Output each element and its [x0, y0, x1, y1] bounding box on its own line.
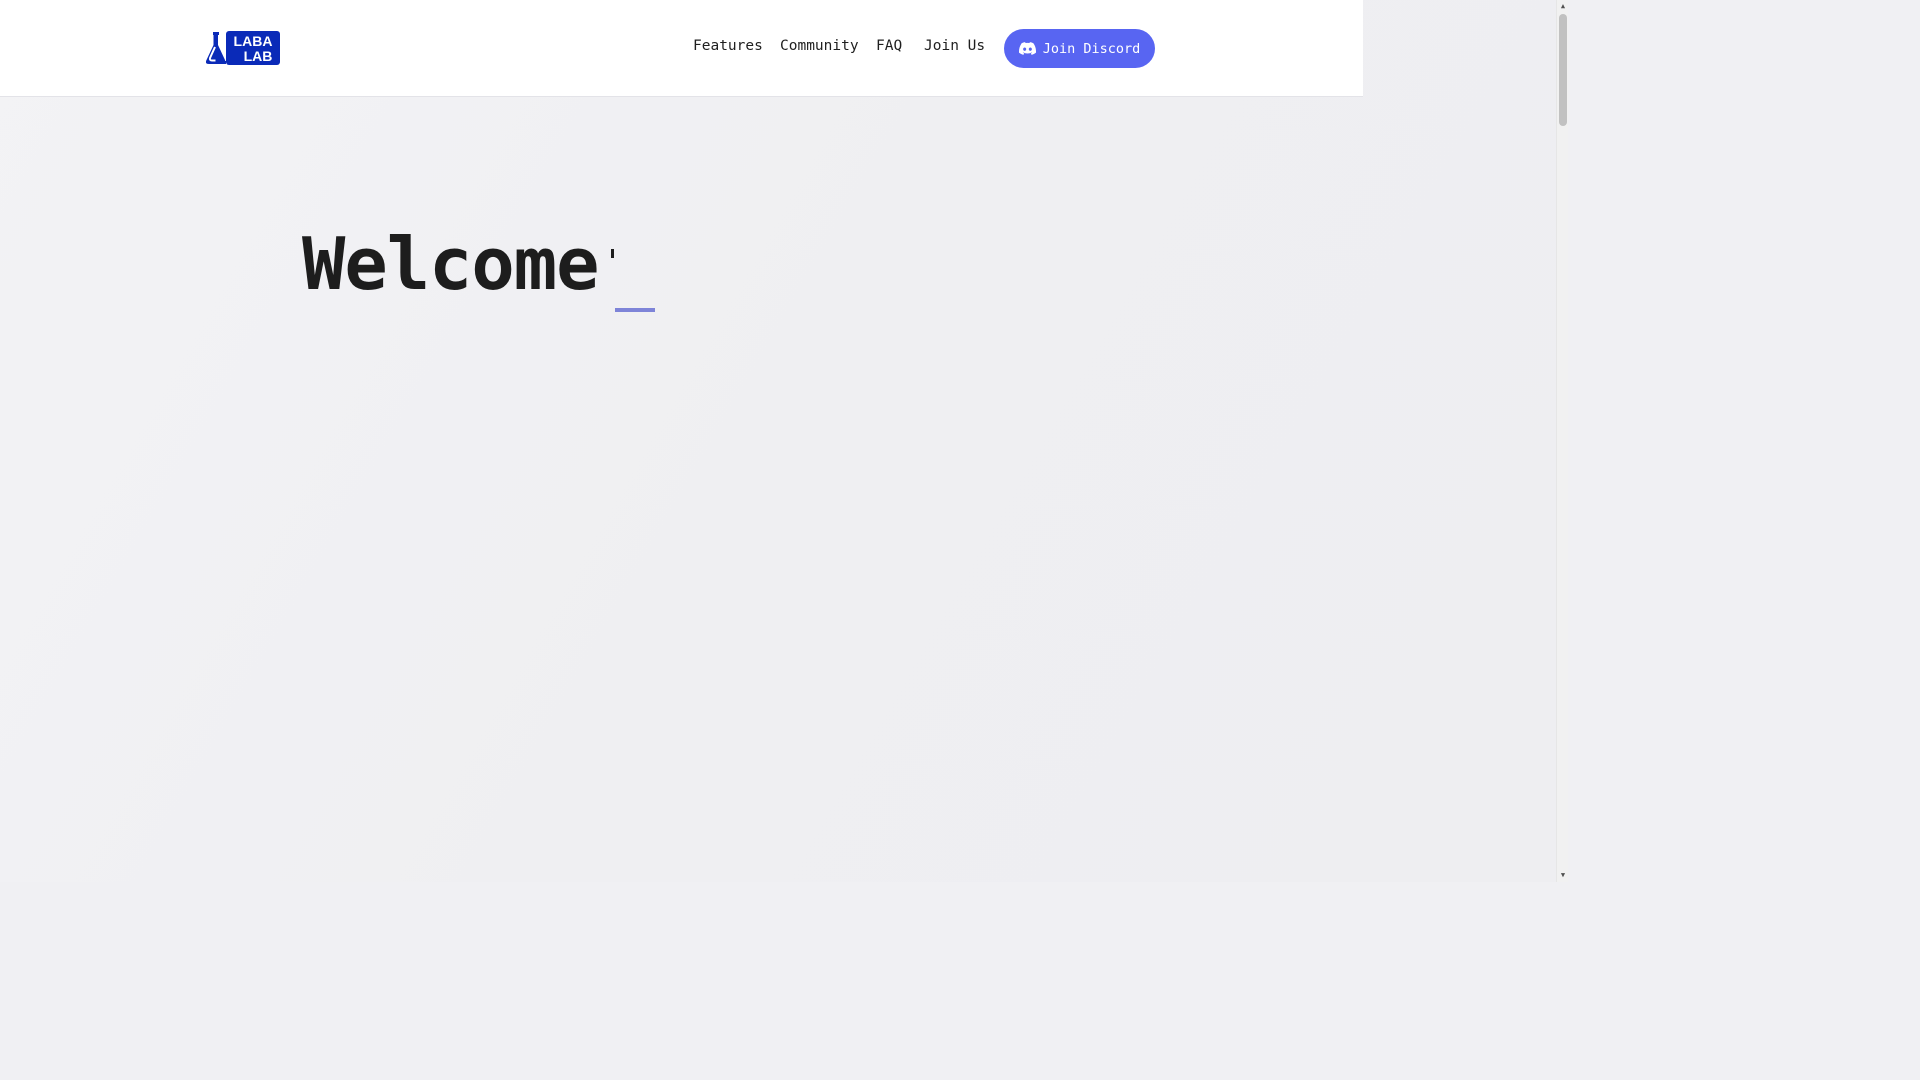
laba-lab-logo: LABA LAB	[205, 31, 280, 65]
navbar: LABA LAB Features Community FAQ Join Us …	[0, 0, 1363, 97]
nav-link-features[interactable]: Features	[693, 38, 763, 54]
scrollbar-thumb[interactable]	[1559, 14, 1567, 126]
hero-title: Welcome	[302, 222, 599, 306]
vertical-scrollbar[interactable]: ▲ ▼	[1556, 0, 1568, 882]
typewriter-glyph-fragment	[611, 249, 614, 258]
scroll-up-icon[interactable]: ▲	[1557, 0, 1569, 12]
logo-text-top: LABA	[234, 33, 273, 49]
discord-icon	[1018, 42, 1036, 55]
join-discord-button[interactable]: Join Discord	[1004, 29, 1155, 68]
site-logo[interactable]: LABA LAB	[205, 31, 280, 65]
nav-link-join-us[interactable]: Join Us	[924, 38, 985, 54]
join-discord-label: Join Discord	[1042, 40, 1141, 57]
page-viewport: LABA LAB Features Community FAQ Join Us …	[0, 0, 1556, 882]
logo-text-bottom: LAB	[244, 48, 273, 64]
nav-link-community[interactable]: Community	[780, 38, 859, 54]
typewriter-cursor	[615, 308, 655, 312]
scroll-down-icon[interactable]: ▼	[1557, 869, 1569, 881]
nav-link-faq[interactable]: FAQ	[876, 38, 902, 54]
